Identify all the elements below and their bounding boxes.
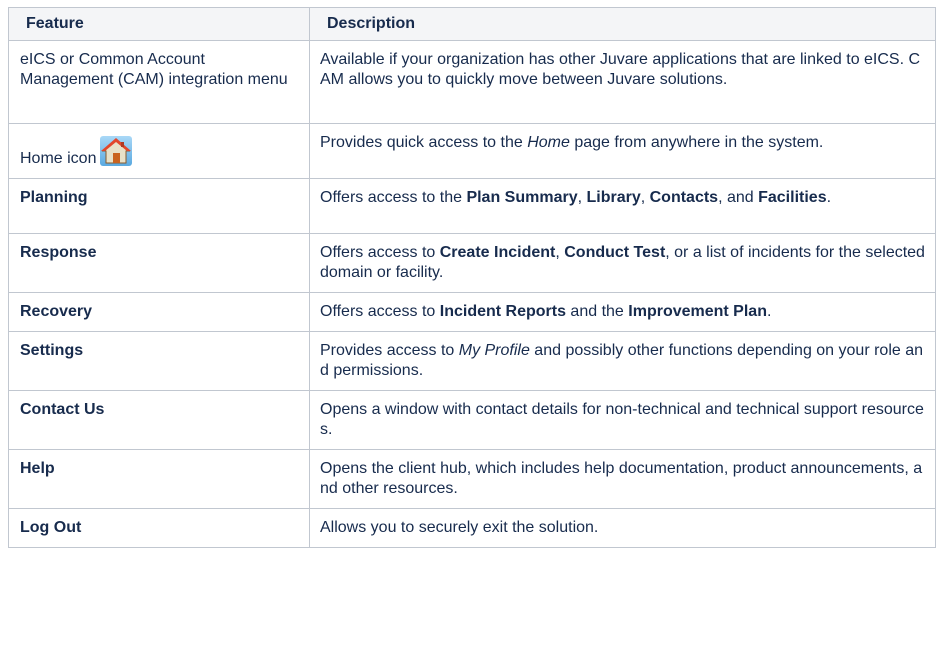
header-feature: Feature (8, 7, 310, 41)
description-text: Home (527, 134, 570, 151)
description-text: Library (586, 189, 641, 206)
table-row: Log Out Allows you to securely exit the s… (8, 508, 936, 548)
description-text: , (640, 189, 650, 206)
description-text: Contacts (649, 189, 719, 206)
table-row: Home icon Provides quick access to the Ho… (8, 123, 936, 179)
description-text: . (826, 189, 832, 206)
description-cell: Allows you to securely exit the solution… (309, 508, 936, 548)
description-text: Create Incident (439, 244, 556, 261)
feature-name: Recovery (20, 303, 93, 320)
description-cell: Available if your organization has other… (309, 40, 936, 124)
feature-name: Contact Us (20, 401, 105, 418)
feature-cell: Log Out (8, 508, 310, 548)
table-row: Recovery Offers access to Incident Report… (8, 292, 936, 332)
description-text: Provides access to (320, 342, 459, 359)
description-text: Opens a window with contact details for … (320, 401, 924, 438)
table-row: Planning Offers access to the Plan Summar… (8, 178, 936, 234)
table-row: Settings Provides access to My Profile an… (8, 331, 936, 391)
feature-cell: Home icon (8, 123, 310, 179)
description-text: Plan Summary (466, 189, 578, 206)
description-cell: Offers access to Create Incident, Conduc… (309, 233, 936, 293)
description-text: , (555, 244, 565, 261)
description-text: Available if your organization has other… (320, 51, 921, 88)
feature-cell: Help (8, 449, 310, 509)
description-text: Opens the client hub, which includes hel… (320, 460, 923, 497)
table-row: eICS or Common Account Management (CAM) … (8, 40, 936, 124)
description-text: Offers access to (320, 244, 440, 261)
header-description: Description (309, 7, 936, 41)
feature-name: Home icon (20, 150, 97, 167)
description-text: Provides quick access to the (320, 134, 528, 151)
description-text: , and (718, 189, 759, 206)
description-cell: Opens the client hub, which includes hel… (309, 449, 936, 509)
feature-cell: Response (8, 233, 310, 293)
feature-cell: Planning (8, 178, 310, 234)
table-body: eICS or Common Account Management (CAM) … (8, 40, 936, 548)
description-cell: Offers access to the Plan Summary, Libra… (309, 178, 936, 234)
feature-cell: Contact Us (8, 390, 310, 450)
description-text: . (766, 303, 772, 320)
table-row: Response Offers access to Create Incident… (8, 233, 936, 293)
description-text: Offers access to the (320, 189, 467, 206)
description-text: Facilities (758, 189, 827, 206)
description-text: page from anywhere in the system. (569, 134, 824, 151)
feature-name: Response (20, 244, 97, 261)
table-header: Feature Description (8, 7, 936, 41)
feature-name: Help (20, 460, 55, 477)
description-text: Improvement Plan (628, 303, 767, 320)
feature-cell: Recovery (8, 292, 310, 332)
feature-cell: Settings (8, 331, 310, 391)
feature-name: Planning (20, 189, 88, 206)
header-row: Feature Description (8, 7, 936, 41)
feature-cell: eICS or Common Account Management (CAM) … (8, 40, 310, 124)
feature-table: Feature Description eICS or Common Accou… (8, 7, 936, 548)
home-icon (100, 136, 133, 166)
description-cell: Provides access to My Profile and possib… (309, 331, 936, 391)
description-cell: Provides quick access to the Home page f… (309, 123, 936, 179)
description-cell: Opens a window with contact details for … (309, 390, 936, 450)
description-text: Offers access to (320, 303, 440, 320)
description-text: Conduct Test (564, 244, 666, 261)
description-cell: Offers access to Incident Reports and th… (309, 292, 936, 332)
description-text: and the (565, 303, 629, 320)
feature-name: eICS or Common Account Management (CAM) … (20, 51, 288, 88)
description-text: Allows you to securely exit the solution… (320, 519, 599, 536)
description-text: Incident Reports (439, 303, 566, 320)
feature-name: Settings (20, 342, 84, 359)
feature-name: Log Out (20, 519, 82, 536)
table-row: Contact Us Opens a window with contact de… (8, 390, 936, 450)
description-text: My Profile (458, 342, 530, 359)
table-row: Help Opens the client hub, which includes… (8, 449, 936, 509)
